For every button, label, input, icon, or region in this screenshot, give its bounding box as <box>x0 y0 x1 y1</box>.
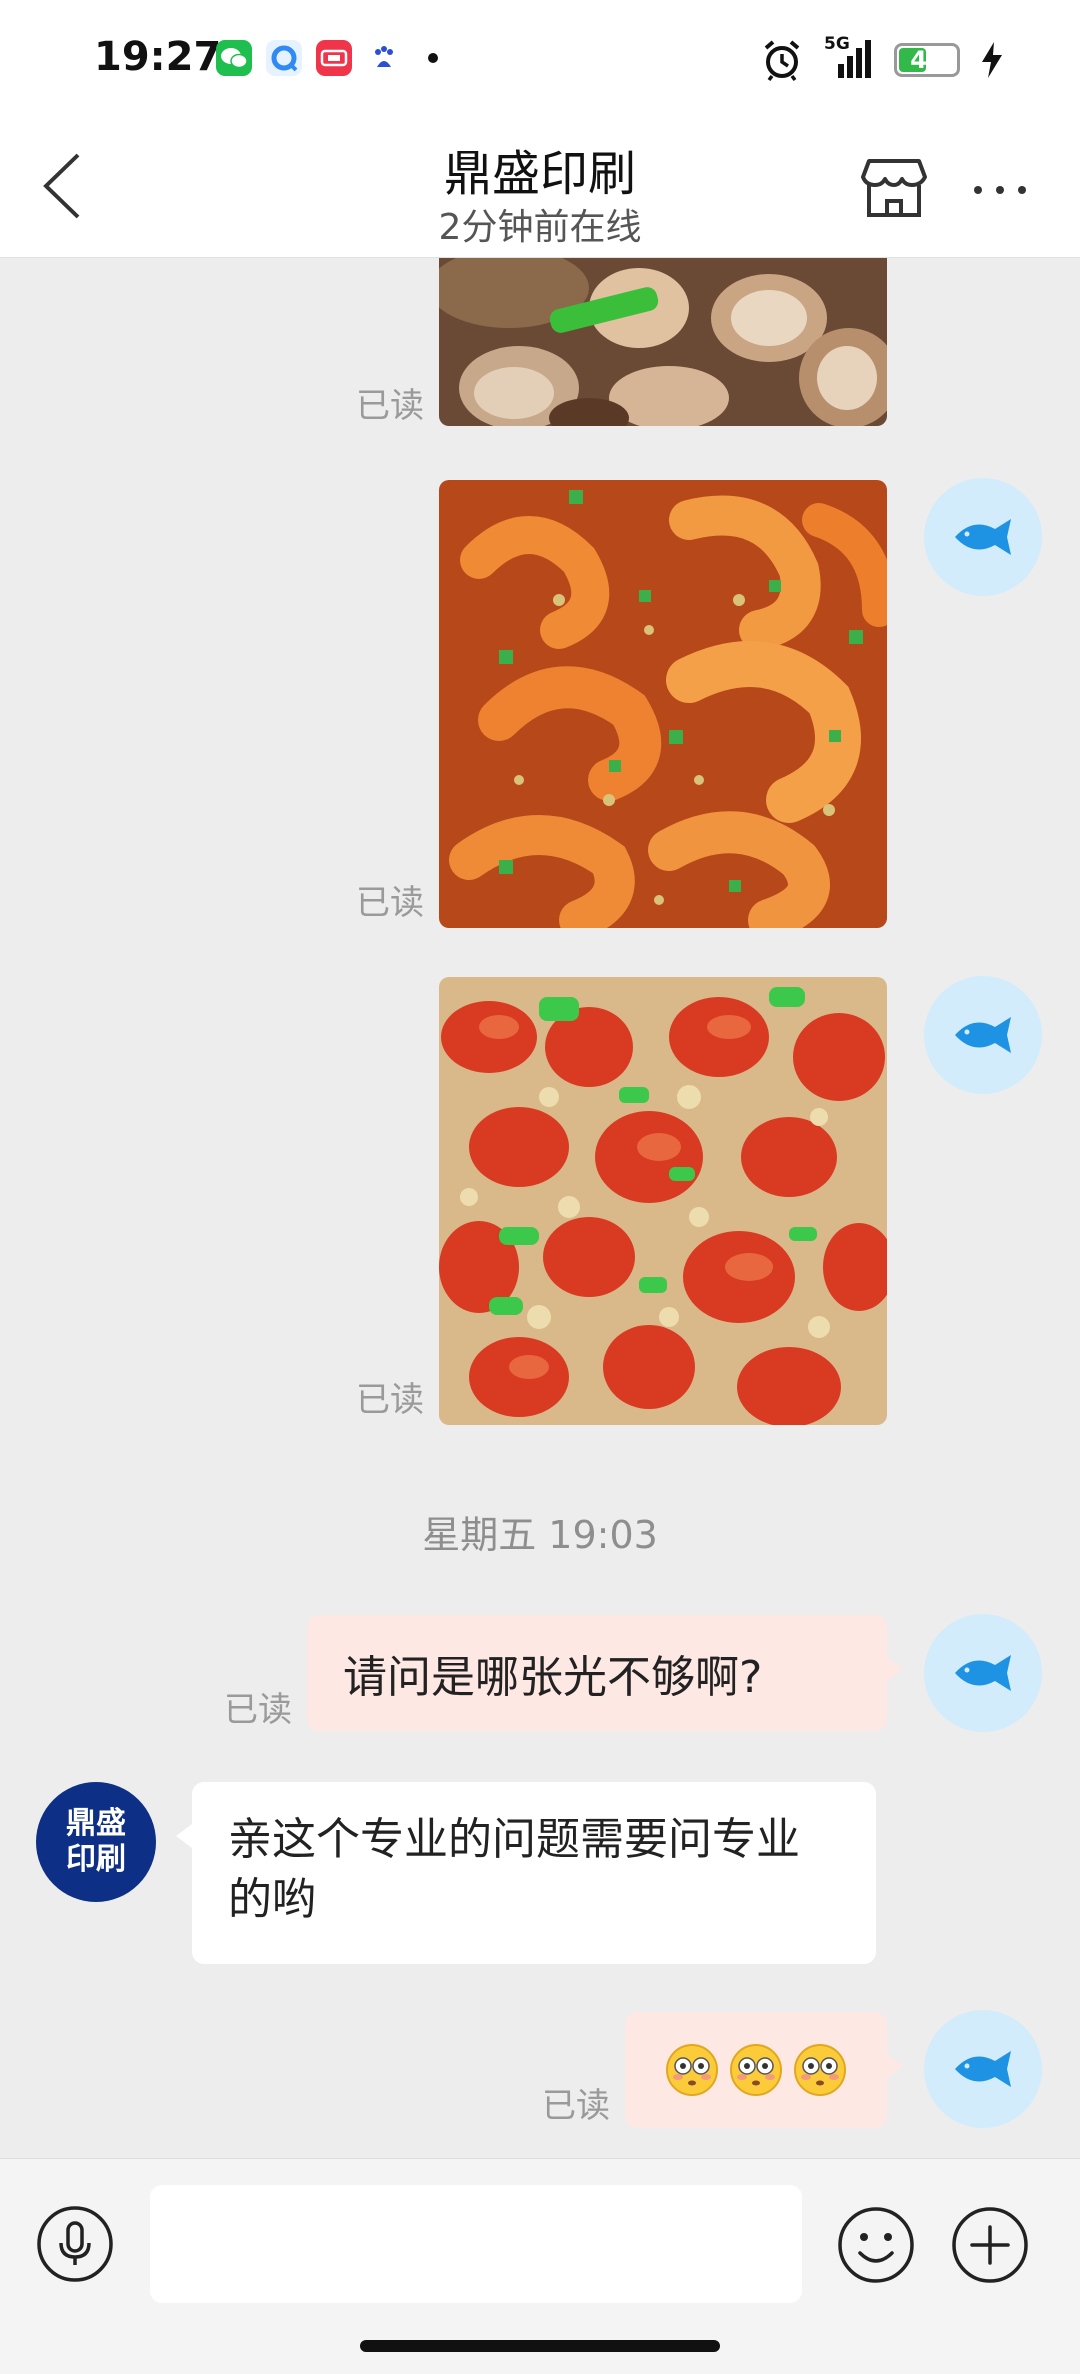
more-dots-icon <box>974 186 982 194</box>
signal-icon: 5G <box>824 34 874 82</box>
time-divider: 星期五 19:03 <box>422 1513 658 1557</box>
my-avatar[interactable] <box>924 1614 1042 1732</box>
crayfish-photo <box>439 977 887 1425</box>
fish-icon <box>955 2051 1011 2087</box>
battery-percent: 48 <box>910 46 944 74</box>
notification-icons <box>216 40 438 76</box>
charging-icon <box>982 42 1002 78</box>
microphone-icon <box>37 2206 113 2282</box>
their-message-bubble[interactable]: 亲这个专业的问题需要问专业的哟 <box>176 1782 876 1964</box>
emoji-message-bubble[interactable] <box>625 2012 903 2128</box>
fish-icon <box>955 1655 1011 1691</box>
system-indicators: 5G 48 <box>760 34 1004 82</box>
wechat-icon <box>216 40 252 76</box>
fish-icon <box>955 1017 1011 1053</box>
message-input[interactable] <box>150 2185 802 2303</box>
plus-icon <box>952 2207 1028 2283</box>
shopping-icon <box>316 40 352 76</box>
read-receipt: 已读 <box>356 883 424 923</box>
read-receipt: 已读 <box>356 1380 424 1420</box>
image-message-clams[interactable] <box>439 258 887 426</box>
shop-button[interactable] <box>856 150 932 226</box>
my-avatar[interactable] <box>924 478 1042 596</box>
voice-button[interactable] <box>36 2205 114 2283</box>
read-receipt: 已读 <box>542 2086 610 2126</box>
image-message-crayfish[interactable] <box>439 977 887 1425</box>
my-message-bubble[interactable]: 请问是哪张光不够啊? <box>307 1615 903 1731</box>
image-message-shrimp[interactable] <box>439 480 887 928</box>
message-text: 请问是哪张光不够啊? <box>343 1652 763 1703</box>
chat-header: 鼎盛印刷 2分钟前在线 <box>0 120 1080 258</box>
battery-icon: 48 <box>894 43 960 77</box>
message-text: 亲这个专业的问题需要问专业的哟 <box>228 1814 800 1925</box>
flushed-face-emoji <box>666 2044 718 2096</box>
shop-avatar-text: 鼎盛印刷 <box>66 1806 126 1877</box>
read-receipt: 已读 <box>356 386 424 426</box>
status-bar: 19:27 5G 48 <box>0 0 1080 120</box>
input-bar <box>0 2158 1080 2328</box>
emoji-icon <box>838 2207 914 2283</box>
browser-icon <box>266 40 302 76</box>
flushed-face-emoji <box>794 2044 846 2096</box>
more-options-button[interactable] <box>958 160 1042 220</box>
my-avatar[interactable] <box>924 2010 1042 2128</box>
shop-avatar[interactable]: 鼎盛印刷 <box>36 1782 156 1902</box>
more-notifications-dot <box>428 53 438 63</box>
flushed-face-emoji <box>730 2044 782 2096</box>
shop-icon <box>861 159 927 217</box>
read-receipt: 已读 <box>224 1690 292 1730</box>
baidu-icon <box>366 40 402 76</box>
alarm-icon <box>764 40 800 82</box>
my-avatar[interactable] <box>924 976 1042 1094</box>
chat-messages[interactable]: 已读 已读 已读 星期五 19:03 已读 请问是哪张光不够啊? 鼎盛印刷 亲这… <box>0 258 1080 2158</box>
home-indicator[interactable] <box>360 2340 720 2352</box>
emoji-button[interactable] <box>836 2205 916 2285</box>
shrimp-photo <box>439 480 887 928</box>
status-time: 19:27 <box>94 34 222 80</box>
more-actions-button[interactable] <box>950 2205 1030 2285</box>
clams-photo <box>439 258 887 426</box>
fish-icon <box>955 519 1011 555</box>
